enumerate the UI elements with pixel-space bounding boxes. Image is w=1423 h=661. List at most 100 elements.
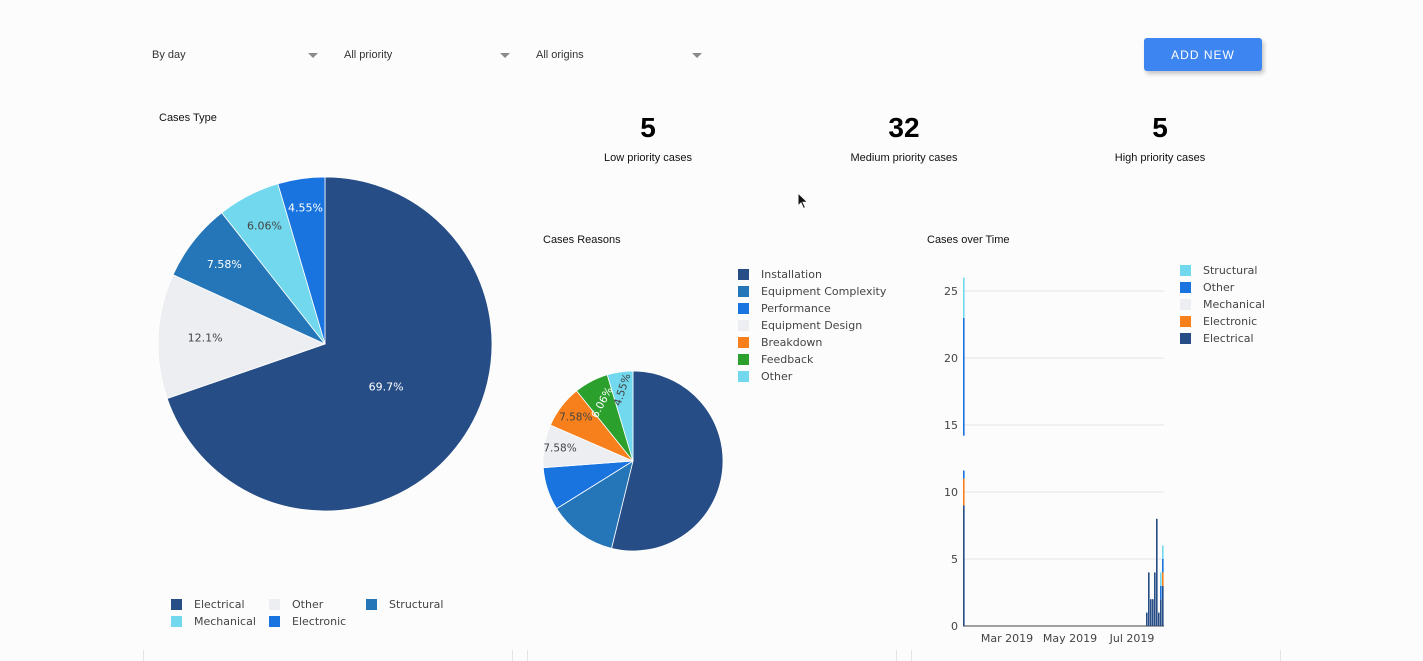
legend-mechanical[interactable]: Mechanical [171,615,256,628]
legend-label: Electronic [292,615,347,628]
bar-segment[interactable] [1154,572,1156,626]
legend-swatch [1180,282,1191,293]
pie-value-label: 7.58% [207,258,242,271]
y-tick-label: 0 [951,620,958,633]
legend-structural[interactable]: Structural [366,598,443,611]
bar-segment[interactable] [963,478,965,506]
divider [512,650,513,661]
priority-select[interactable]: All priority [344,40,510,70]
stat-value: 5 [1152,112,1168,143]
bar-segment[interactable] [1156,518,1158,626]
y-tick-label: 5 [951,553,958,566]
chevron-down-icon [692,52,702,58]
legend-swatch [366,599,377,610]
legend-label: Structural [389,598,444,611]
cases-reasons-pie-chart: 7.58%7.58%6.06%4.55% [542,370,724,552]
y-tick-label: 25 [944,285,958,298]
legend-swatch [738,303,749,314]
legend-swatch [269,616,280,627]
y-tick-label: 20 [944,352,958,365]
bar-segment[interactable] [1162,585,1164,626]
low-priority-stat: 5 Low priority cases [538,112,758,165]
bar-segment[interactable] [963,505,965,626]
legend-swatch [738,337,749,348]
legend-time-electronic[interactable]: Electronic [1180,315,1257,328]
legend-label: Electrical [1203,332,1254,345]
legend-label: Mechanical [1203,298,1265,311]
legend-swatch [171,616,182,627]
bar-segment[interactable] [1150,599,1152,626]
pie-value-label: 7.58% [559,411,592,423]
chevron-down-icon [308,52,318,58]
legend-swatch [1180,333,1191,344]
divider [911,650,912,661]
legend-equipment-design[interactable]: Equipment Design [738,319,862,332]
legend-label: Other [292,598,324,611]
x-tick-label: Mar 2019 [981,632,1033,645]
legend-label: Other [761,370,793,383]
legend-swatch [171,599,182,610]
priority-select-value: All priority [344,49,393,61]
cases-over-time-bar-chart: 0 5 10 15 20 25 Mar 2019 May 2019 Jul 2019 [944,277,1164,645]
legend-breakdown[interactable]: Breakdown [738,336,822,349]
chevron-down-icon [500,52,510,58]
bar-segment[interactable] [1160,585,1162,600]
divider [527,650,528,661]
legend-time-electrical[interactable]: Electrical [1180,332,1254,345]
y-tick-label: 10 [944,486,958,499]
bar-segment[interactable] [1158,612,1160,626]
legend-swatch [1180,265,1191,276]
y-tick-label: 15 [944,419,958,432]
bar-segment[interactable] [1160,599,1162,626]
stat-label: Low priority cases [603,152,693,164]
bar-segment[interactable] [1162,545,1164,559]
cases-over-time-title: Cases over Time [927,234,1010,246]
legend-swatch [1180,316,1191,327]
legend-swatch [738,320,749,331]
legend-electronic[interactable]: Electronic [269,615,346,628]
legend-label: Installation [761,268,822,281]
legend-swatch [738,286,749,297]
stat-label: Medium priority cases [850,152,958,164]
legend-performance[interactable]: Performance [738,302,831,315]
legend-label: Other [1203,281,1235,294]
legend-other[interactable]: Other [269,598,323,611]
legend-other-reason[interactable]: Other [738,370,792,383]
legend-equipment-complexity[interactable]: Equipment Complexity [738,285,886,298]
cases-type-pie-chart: 69.7% 12.1% 7.58% 6.06% 4.55% [157,176,493,512]
pie-value-label: 7.58% [543,443,576,455]
legend-time-structural[interactable]: Structural [1180,264,1257,277]
legend-swatch [269,599,280,610]
bar-segment[interactable] [963,277,965,318]
stat-label: High priority cases [1114,152,1206,164]
bar-segment[interactable] [1146,612,1148,626]
legend-label: Feedback [761,353,814,366]
legend-time-mechanical[interactable]: Mechanical [1180,298,1265,311]
legend-swatch [738,269,749,280]
bar-segment[interactable] [1162,559,1164,573]
legend-label: Electronic [1203,315,1258,328]
legend-installation[interactable]: Installation [738,268,822,281]
legend-label: Performance [761,302,831,315]
legend-time-other[interactable]: Other [1180,281,1234,294]
stat-value: 5 [640,112,656,143]
cases-type-title: Cases Type [159,112,217,124]
pie-value-label: 6.06% [247,220,282,233]
period-select[interactable]: By day [152,40,318,70]
bar-segment[interactable] [1152,599,1154,626]
legend-feedback[interactable]: Feedback [738,353,813,366]
legend-swatch [738,371,749,382]
stat-value: 32 [888,112,920,143]
legend-label: Structural [1203,264,1258,277]
mouse-cursor-icon [797,192,809,210]
bar-segment[interactable] [1160,572,1162,586]
legend-electrical[interactable]: Electrical [171,598,245,611]
origin-select[interactable]: All origins [536,40,702,70]
divider [896,650,897,661]
legend-label: Mechanical [194,615,256,628]
add-new-button[interactable]: ADD NEW [1144,38,1262,71]
legend-label: Equipment Design [761,319,863,332]
bar-segment[interactable] [1148,572,1150,626]
bar-segment[interactable] [1162,572,1164,586]
pie-value-label: 12.1% [188,331,223,344]
